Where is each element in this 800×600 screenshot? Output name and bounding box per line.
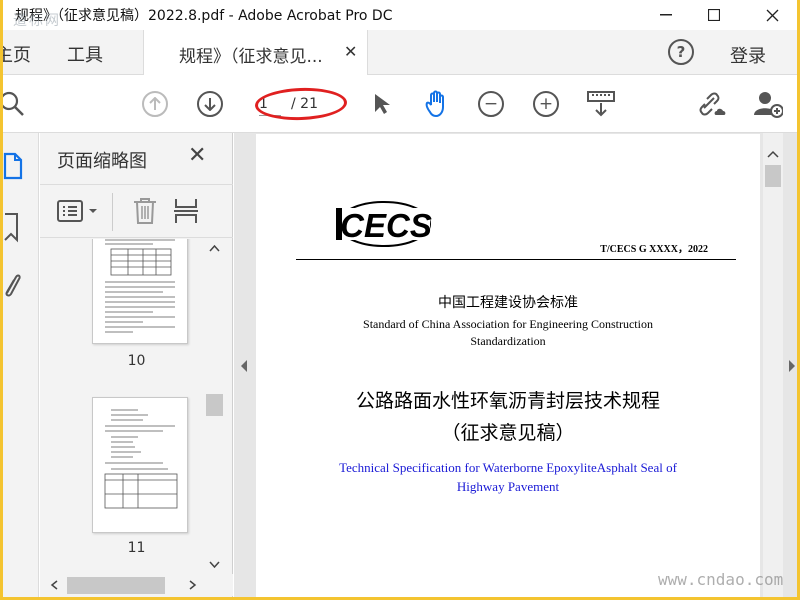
panel-close-icon[interactable]: ✕ <box>188 143 206 168</box>
document-subtitle-cn: （征求意见稿） <box>441 422 575 444</box>
maximize-button[interactable] <box>691 0 737 30</box>
zoom-in-icon: + <box>533 91 559 117</box>
standard-code: T/CECS G XXXX，2022 <box>600 244 708 255</box>
thumbnail-page-10[interactable] <box>92 239 188 344</box>
page-thumbnails-nav-icon[interactable] <box>3 151 27 185</box>
thumbnail-horizontal-scrollbar[interactable] <box>40 574 233 596</box>
help-icon[interactable]: ? <box>668 39 694 65</box>
close-icon <box>766 9 778 21</box>
login-button[interactable]: 登录 <box>730 42 766 68</box>
maximize-icon <box>708 9 720 21</box>
org-name-en-line1: Standard of China Association for Engine… <box>363 317 653 331</box>
zoom-out-icon: − <box>478 91 504 117</box>
zoom-out-button[interactable]: − <box>476 89 506 119</box>
panel-toolbar <box>40 184 233 238</box>
previous-page-button[interactable] <box>140 89 170 119</box>
divider <box>112 193 113 231</box>
arrow-down-icon <box>197 91 223 117</box>
org-name-en-line2: Standardization <box>470 334 546 348</box>
page-thumbnails-panel: 页面缩略图 ✕ 10 11 <box>40 133 233 597</box>
extract-page-button[interactable] <box>174 197 204 229</box>
thumbnail-list: 10 11 <box>40 239 233 574</box>
collapse-left-icon[interactable] <box>239 358 249 377</box>
cecs-logo: CECS <box>336 198 432 250</box>
thumbnail-options-button[interactable] <box>57 199 99 227</box>
minimize-icon <box>660 14 672 16</box>
add-user-icon <box>754 92 783 118</box>
watermark-top: 道标网 <box>13 13 61 29</box>
minimize-button[interactable] <box>643 0 689 30</box>
toolbar: 1 / 21 − + <box>3 75 797 133</box>
extract-pages-icon <box>174 199 198 223</box>
bookmark-nav-icon[interactable] <box>3 211 23 247</box>
document-view: CECS T/CECS G XXXX，2022 中国工程建设协会标准 Stand… <box>234 133 797 597</box>
watermark-bottom: www.cndao.com <box>658 570 784 589</box>
add-user-button[interactable] <box>753 89 783 119</box>
share-link-button[interactable] <box>698 89 728 119</box>
logo-text: CECS <box>340 207 432 244</box>
acrobat-window: 规程》（征求意见稿）2022.8.pdf - Adobe Acrobat Pro… <box>3 0 797 597</box>
next-page-button[interactable] <box>195 89 225 119</box>
document-title-en: Technical Specification for Waterborne E… <box>326 458 690 496</box>
org-name-en: Standard of China Association for Engine… <box>346 316 670 350</box>
document-title-cn: 公路路面水性环氧沥青封层技术规程 <box>355 390 660 412</box>
cursor-arrow-icon <box>375 94 390 114</box>
tab-document-label: 规程》（征求意见... <box>179 47 323 67</box>
thumbnail-content-graphic <box>104 409 178 509</box>
org-name-cn: 中国工程建设协会标准 <box>438 295 578 311</box>
header-rule <box>296 259 736 260</box>
scroll-mode-button[interactable] <box>586 89 616 119</box>
document-vertical-scrollbar[interactable] <box>763 133 783 597</box>
hand-icon <box>425 90 444 118</box>
delete-page-button[interactable] <box>132 197 158 229</box>
attachment-nav-icon[interactable] <box>3 269 23 303</box>
tab-bar: 主页 工具 规程》（征求意见... ✕ ? 登录 <box>3 30 797 75</box>
close-window-button[interactable] <box>749 0 795 30</box>
zoom-in-button[interactable]: + <box>531 89 561 119</box>
hand-tool-button[interactable] <box>421 89 451 119</box>
trash-icon <box>134 198 156 224</box>
thumbnail-content-graphic <box>105 239 175 333</box>
collapse-right-icon[interactable] <box>787 358 797 377</box>
panel-title: 页面缩略图 <box>57 151 147 172</box>
tab-close-icon[interactable]: ✕ <box>344 42 357 61</box>
pdf-page-1: CECS T/CECS G XXXX，2022 中国工程建设协会标准 Stand… <box>256 134 760 597</box>
select-tool-button[interactable] <box>367 89 397 119</box>
tab-tools[interactable]: 工具 <box>67 41 103 67</box>
page-scroll-icon <box>587 91 615 117</box>
thumbnail-page-11[interactable] <box>92 397 188 533</box>
tab-home[interactable]: 主页 <box>3 41 31 67</box>
navigation-pane <box>3 133 39 597</box>
title-bar: 规程》（征求意见稿）2022.8.pdf - Adobe Acrobat Pro… <box>3 0 797 30</box>
document-title-en-line1: Technical Specification for Waterborne E… <box>339 460 677 475</box>
document-title-en-line2: Highway Pavement <box>456 479 560 494</box>
window-title: 规程》（征求意见稿）2022.8.pdf - Adobe Acrobat Pro… <box>15 8 393 24</box>
thumbnail-label-10: 10 <box>127 353 146 369</box>
cloud-link-icon <box>699 92 726 116</box>
thumbnail-vertical-scrollbar[interactable] <box>206 239 223 574</box>
thumbnail-label-11: 11 <box>127 540 146 556</box>
options-menu-icon <box>57 200 97 222</box>
tab-document[interactable]: 规程》（征求意见... ✕ <box>143 30 368 75</box>
search-icon[interactable] <box>3 89 27 119</box>
arrow-up-icon <box>142 91 168 117</box>
